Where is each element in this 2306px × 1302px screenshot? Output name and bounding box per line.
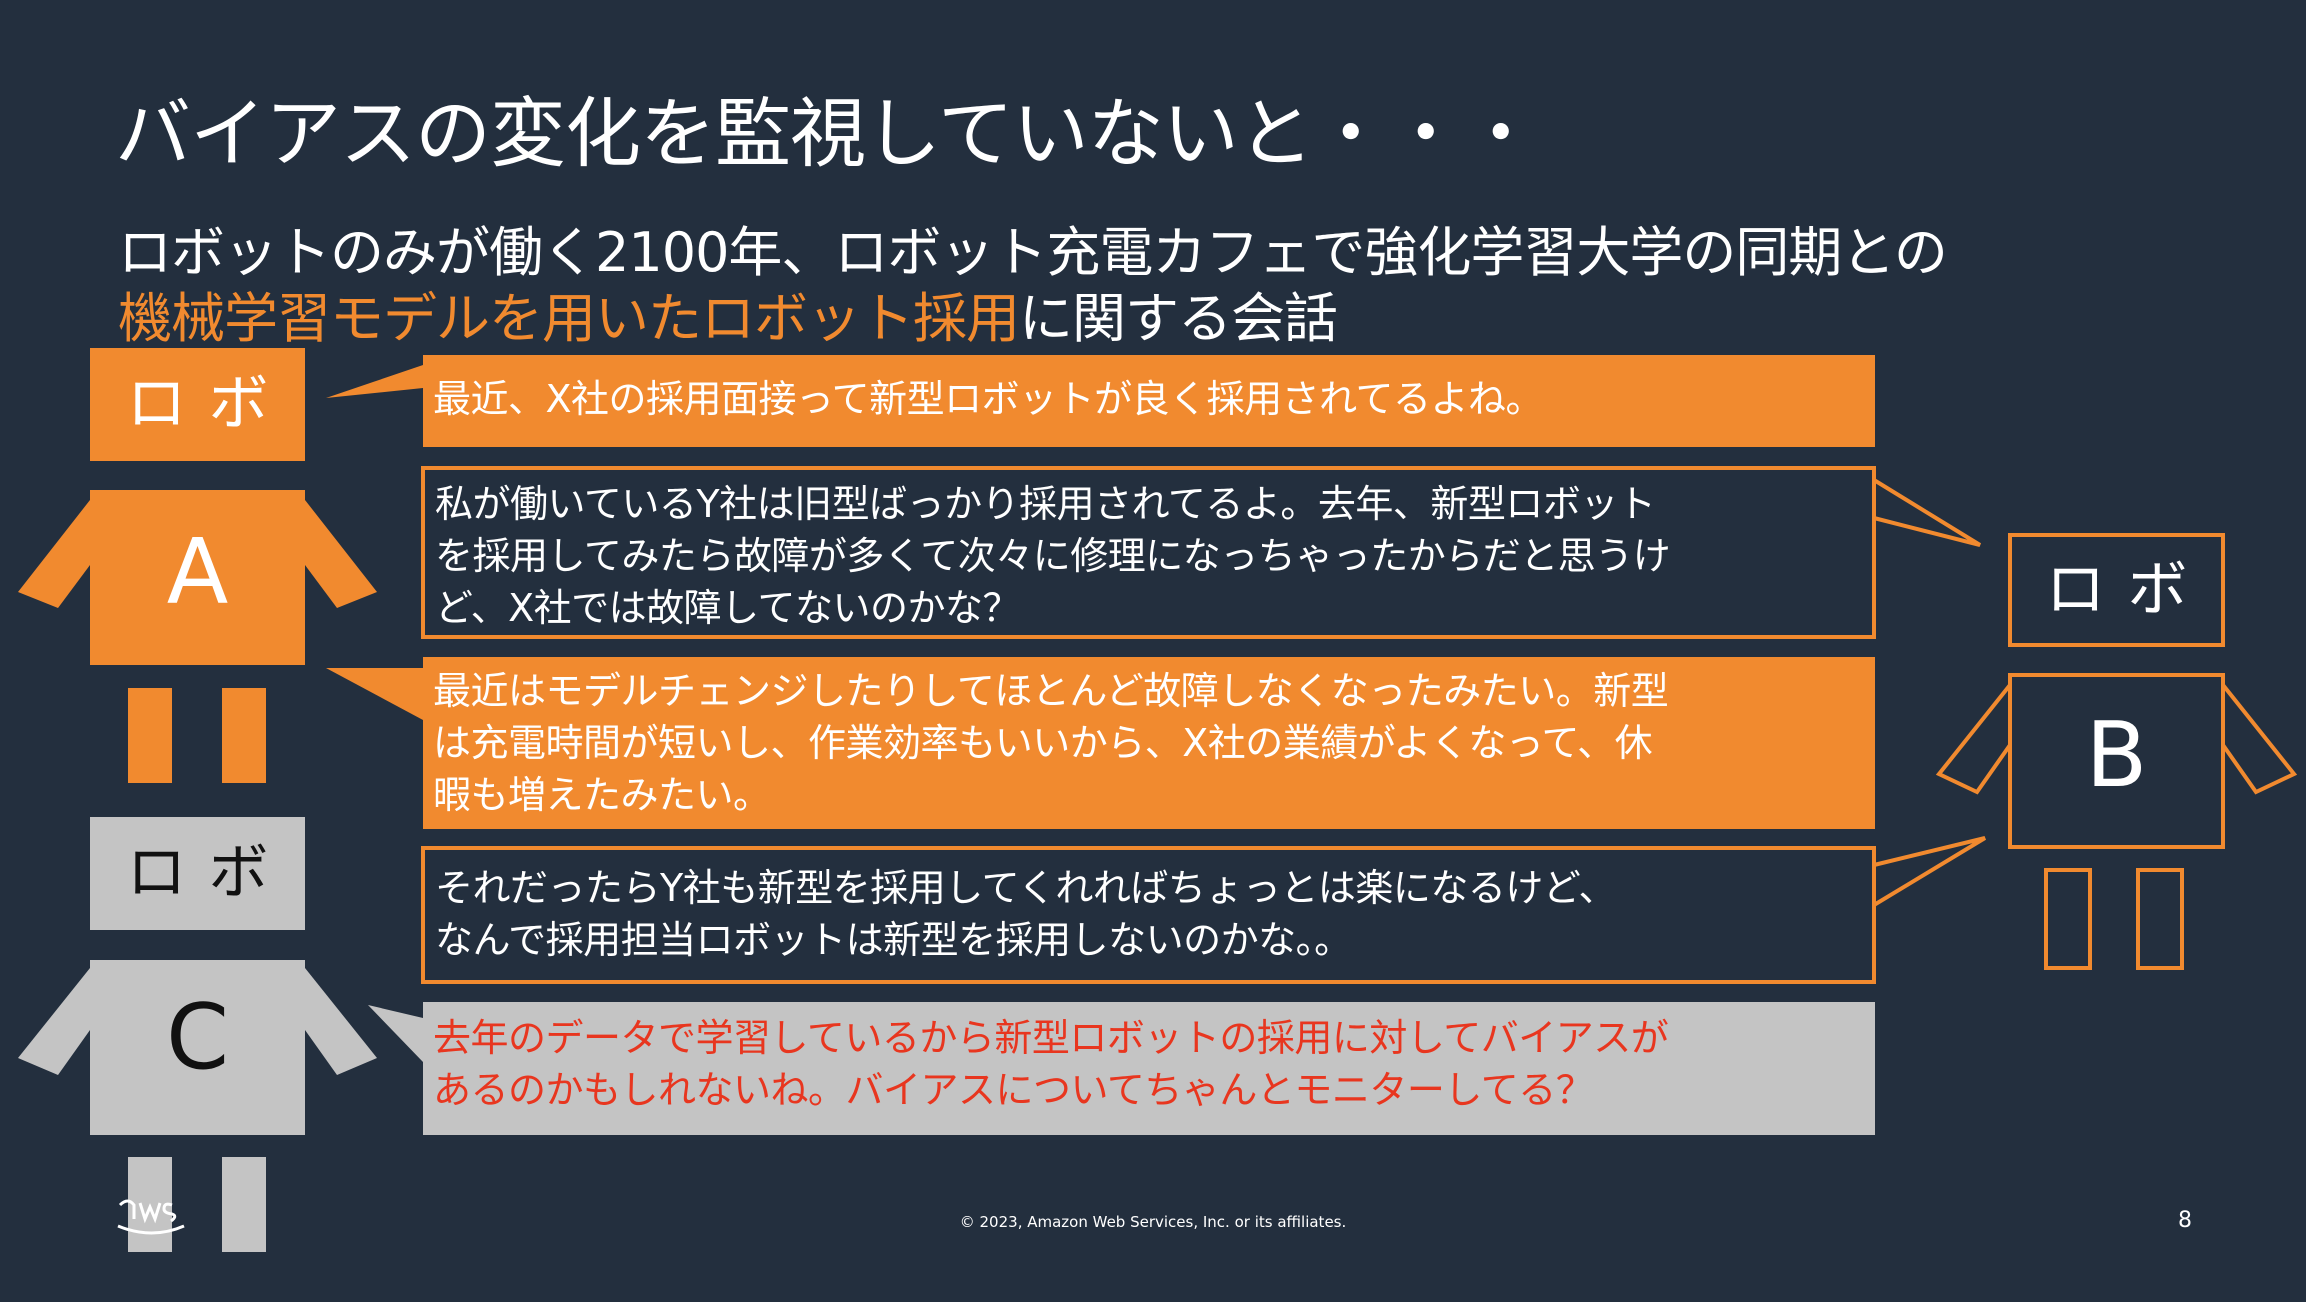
robot-b-label: ロボ [2045, 555, 2210, 625]
slide: バイアスの変化を監視していないと・・・ ロボットのみが働く2100年、ロボット充… [0, 0, 2306, 1302]
bubble-4-tail [1872, 836, 1987, 907]
robot-a-letter: A [166, 520, 229, 625]
speech-bubble-b-2: それだったらY社も新型を採用してくれればちょっとは楽になるけど、 なんで採用担当… [421, 846, 1876, 984]
bubble-line: を採用してみたら故障が多くて次々に修理になっちゃったからだと思うけ [435, 534, 1671, 578]
bubble-3-tail [326, 668, 423, 720]
robot-a-label: ロボ [126, 369, 291, 439]
bubble-5-tail [368, 1005, 423, 1062]
bubble-2-tail [1872, 478, 1982, 547]
page-number: 8 [2178, 1208, 2192, 1233]
bubble-line: ど、X社では故障してないのかな？ [435, 586, 1021, 630]
bubble-line: 去年のデータで学習しているから新型ロボットの採用に対してバイアスが [433, 1016, 1669, 1060]
bubble-1-tail [326, 365, 423, 398]
robot-c-letter: C [166, 985, 229, 1090]
bubble-line: は充電時間が短いし、作業効率もいいから、X社の業績がよくなって、休 [433, 721, 1653, 765]
footer-copyright: © 2023, Amazon Web Services, Inc. or its… [959, 1213, 1347, 1231]
speech-bubble-c-1: 去年のデータで学習しているから新型ロボットの採用に対してバイアスが あるのかもし… [423, 1002, 1875, 1135]
bubble-line: あるのかもしれないね。バイアスについてちゃんとモニターしてる？ [433, 1068, 1594, 1112]
bubble-line: 私が働いているY社は旧型ばっかり採用されてるよ。去年、新型ロボット [435, 482, 1656, 526]
robot-b-letter: B [2085, 703, 2148, 808]
bubble-line: 最近はモデルチェンジしたりしてほとんど故障しなくなったみたい。新型 [433, 669, 1669, 713]
speech-bubble-a-1: 最近、X社の採用面接って新型ロボットが良く採用されてるよね。 [423, 355, 1875, 447]
robot-c-label: ロボ [126, 838, 291, 908]
bubble-line: なんで採用担当ロボットは新型を採用しないのかな。。 [435, 918, 1352, 962]
speech-bubble-b-1: 私が働いているY社は旧型ばっかり採用されてるよ。去年、新型ロボット を採用してみ… [421, 466, 1876, 639]
speech-bubble-a-2: 最近はモデルチェンジしたりしてほとんど故障しなくなったみたい。新型 は充電時間が… [423, 657, 1875, 829]
bubble-line: それだったらY社も新型を採用してくれればちょっとは楽になるけど、 [435, 866, 1617, 910]
bubble-line: 最近、X社の採用面接って新型ロボットが良く採用されてるよね。 [433, 377, 1544, 421]
bubble-line: 暇も増えたみたい。 [433, 773, 771, 817]
